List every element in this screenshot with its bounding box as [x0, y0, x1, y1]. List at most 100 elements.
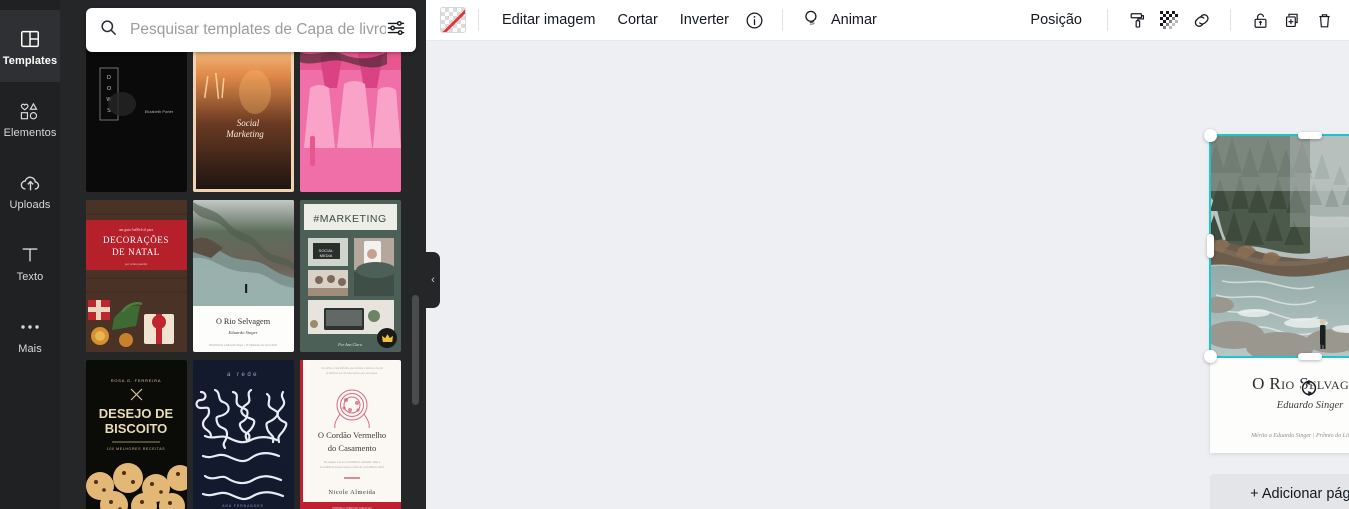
svg-text:O Rio Selvagem: O Rio Selvagem: [216, 317, 271, 326]
svg-text:se n\u00e3o houver nada no fin: se n\u00e3o houver nada no final do cord…: [320, 465, 385, 469]
template-card[interactable]: a rede ANA FERNANDES: [193, 360, 294, 509]
animate-button[interactable]: Animar: [795, 4, 885, 37]
svg-text:100 MELHORES RECEITAS: 100 MELHORES RECEITAS: [107, 447, 165, 451]
templates-grid: D O W S Elizabeth Porter: [86, 40, 416, 509]
toolbar-divider: [1107, 9, 1108, 31]
toolbar-divider: [781, 9, 783, 31]
svg-text:M\u00e9rito a Eduardo Singer |: M\u00e9rito a Eduardo Singer | Pr\u00eam…: [208, 344, 277, 347]
sidebar-label-elementos: Elementos: [3, 126, 57, 139]
paint-roller-icon[interactable]: [1122, 5, 1152, 35]
svg-text:Elizabeth Porter: Elizabeth Porter: [145, 109, 174, 114]
svg-text:Eduardo Singer: Eduardo Singer: [227, 330, 257, 335]
cover-note[interactable]: Mérito a Eduardo Singer | Prêmio do Livr…: [1210, 433, 1349, 439]
filter-sliders-icon[interactable]: [386, 18, 406, 43]
search-input[interactable]: [130, 21, 386, 39]
svg-text:ROSA G. FERREIRA: ROSA G. FERREIRA: [111, 378, 162, 383]
resize-handle-bottom[interactable]: [1298, 353, 1322, 360]
template-card[interactable]: O Rio Selvagem Eduardo Singer M\u00e9rit…: [193, 200, 294, 352]
sidebar-item-uploads[interactable]: Uploads: [0, 154, 60, 226]
sidebar-label-texto: Texto: [16, 270, 44, 283]
svg-text:do Casamento: do Casamento: [328, 443, 376, 453]
position-button[interactable]: Posição: [1019, 6, 1093, 34]
resize-handle-top[interactable]: [1298, 132, 1322, 139]
svg-text:#MARKETING: #MARKETING: [313, 213, 386, 225]
template-thumbnail: D O W S Elizabeth Porter: [86, 40, 187, 192]
chevron-left-icon: ‹: [431, 274, 435, 286]
template-card[interactable]: Voc\u00ea e fam\u00edlia que moldam o de…: [300, 360, 401, 509]
trash-icon[interactable]: [1309, 5, 1339, 35]
ellipsis-icon: [19, 314, 41, 340]
sidebar-item-texto[interactable]: Texto: [0, 226, 60, 298]
resize-handle-top-left[interactable]: [1204, 129, 1217, 142]
collapse-panel-button[interactable]: ‹: [426, 252, 440, 308]
text-t-icon: [19, 242, 41, 268]
template-thumbnail: O Rio Selvagem Eduardo Singer M\u00e9rit…: [193, 200, 294, 352]
animate-circles-icon: [803, 8, 823, 33]
svg-text:O Cordão Vermelho: O Cordão Vermelho: [318, 430, 386, 440]
sidebar-label-templates: Templates: [2, 54, 58, 67]
transparency-checker-icon[interactable]: [1154, 5, 1184, 35]
toolbar-divider: [478, 9, 479, 31]
add-page-button[interactable]: + Adicionar página: [1210, 474, 1349, 509]
animate-label: Animar: [830, 12, 877, 28]
sidebar-label-mais: Mais: [18, 342, 42, 355]
svg-text:Eu sempre vou ter cord\u00e3o: Eu sempre vou ter cord\u00e3o vermelho. …: [324, 460, 381, 464]
cover-photo[interactable]: [1210, 135, 1349, 357]
cover-title[interactable]: O Rio Selvagem: [1210, 374, 1349, 394]
search-bar[interactable]: [86, 8, 416, 52]
template-card[interactable]: D O W S Elizabeth Porter: [86, 40, 187, 192]
canvas-area[interactable]: O Rio Selvagem Eduardo Singer Mérito a E…: [426, 41, 1349, 509]
svg-text:gl\u00f3ria por um amor eterno: gl\u00f3ria por um amor eterno para um s…: [326, 372, 379, 375]
svg-text:a rede: a rede: [227, 372, 259, 378]
template-thumbnail: Social Marketing: [193, 40, 294, 192]
lock-icon[interactable]: [1245, 5, 1275, 35]
resize-handle-left[interactable]: [1207, 234, 1214, 258]
svg-text:DECORAÇÕES: DECORAÇÕES: [103, 235, 169, 245]
no-color-swatch[interactable]: [440, 7, 466, 33]
cover-author[interactable]: Eduardo Singer: [1210, 400, 1349, 411]
duplicate-icon[interactable]: [1277, 5, 1307, 35]
svg-text:Por Ana Clara: Por Ana Clara: [337, 342, 362, 347]
svg-text:DE NATAL: DE NATAL: [112, 247, 160, 257]
svg-text:Nicole Almeida: Nicole Almeida: [328, 489, 375, 496]
svg-text:Voc\u00ea e fam\u00edlia que m: Voc\u00ea e fam\u00edlia que moldam o de…: [321, 367, 384, 370]
cover-text-block[interactable]: O Rio Selvagem Eduardo Singer Mérito a E…: [1210, 357, 1349, 453]
template-card[interactable]: [300, 40, 401, 192]
editor-area: Editar imagem Cortar Inverter Animar Pos…: [426, 0, 1349, 509]
sidebar-label-uploads: Uploads: [9, 198, 51, 211]
link-icon[interactable]: [1186, 5, 1216, 35]
panel-scrollbar-track[interactable]: [412, 40, 419, 500]
svg-text:ANA FERNANDES: ANA FERNANDES: [222, 504, 264, 508]
info-circle-icon[interactable]: [740, 5, 770, 35]
sidebar-item-elementos[interactable]: Elementos: [0, 82, 60, 154]
premium-crown-icon: [377, 328, 397, 348]
svg-text:por carlos pereira: por carlos pereira: [125, 262, 148, 266]
template-card[interactable]: um guia f\u00e1cil para DECORAÇÕES DE NA…: [86, 200, 187, 352]
template-thumbnail: ROSA G. FERREIRA DESEJO DE BISCOITO 100 …: [86, 360, 187, 509]
sidebar-item-templates[interactable]: Templates: [0, 10, 60, 82]
templates-panel: D O W S Elizabeth Porter: [60, 0, 426, 509]
panel-scrollbar-thumb[interactable]: [412, 295, 419, 405]
sidebar-item-mais[interactable]: Mais: [0, 298, 60, 370]
edit-image-button[interactable]: Editar imagem: [491, 6, 606, 34]
template-card[interactable]: #MARKETING SOCIAL MEDIA Por Ana Clara: [300, 200, 401, 352]
crop-button[interactable]: Cortar: [606, 6, 668, 34]
svg-text:BISCOITO: BISCOITO: [105, 421, 168, 436]
template-card[interactable]: Social Marketing: [193, 40, 294, 192]
template-card[interactable]: ROSA G. FERREIRA DESEJO DE BISCOITO 100 …: [86, 360, 187, 509]
svg-text:um guia f\u00e1cil para: um guia f\u00e1cil para: [119, 228, 154, 232]
svg-text:MEDIA: MEDIA: [320, 253, 333, 258]
resize-handle-bottom-left[interactable]: [1204, 350, 1217, 363]
template-thumbnail: um guia f\u00e1cil para DECORAÇÕES DE NA…: [86, 200, 187, 352]
template-thumbnail: a rede ANA FERNANDES: [193, 360, 294, 509]
flip-button[interactable]: Inverter: [669, 6, 740, 34]
template-thumbnail: Voc\u00ea e fam\u00edlia que moldam o de…: [300, 360, 401, 509]
toolbar-right-group: Posição: [1019, 5, 1339, 35]
svg-text:O: O: [107, 86, 112, 92]
svg-text:Social: Social: [237, 118, 260, 128]
template-thumbnail: [300, 40, 401, 192]
templates-icon: [19, 26, 41, 52]
upload-cloud-icon: [19, 170, 42, 196]
search-container: [86, 8, 416, 52]
design-page[interactable]: O Rio Selvagem Eduardo Singer Mérito a E…: [1210, 135, 1349, 453]
